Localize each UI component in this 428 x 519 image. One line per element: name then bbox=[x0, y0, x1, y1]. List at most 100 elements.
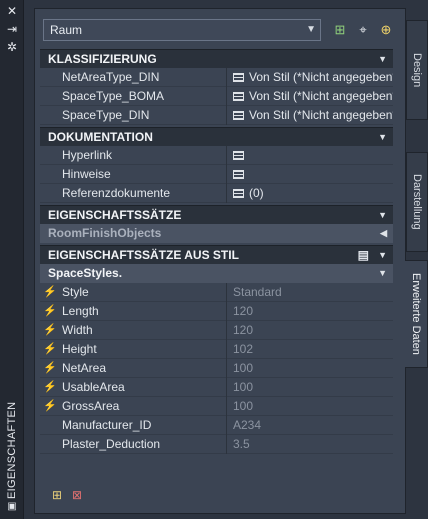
property-value: 100 bbox=[226, 378, 393, 397]
property-name: Length bbox=[62, 304, 99, 318]
property-value: 100 bbox=[226, 397, 393, 416]
edit-icon bbox=[233, 189, 244, 198]
property-name: Width bbox=[62, 323, 93, 337]
section-dokumentation[interactable]: DOKUMENTATION ▼ bbox=[40, 127, 393, 146]
section-title: EIGENSCHAFTSSÄTZE bbox=[48, 208, 182, 222]
property-value: 102 bbox=[226, 340, 393, 359]
property-row[interactable]: ⚡ NetArea 100 bbox=[40, 359, 393, 378]
property-value: 3.5 bbox=[226, 435, 393, 454]
collapse-icon[interactable]: ▼ bbox=[378, 246, 387, 265]
collapse-icon[interactable]: ▼ bbox=[378, 128, 387, 147]
pickadd-icon[interactable]: ⊕ bbox=[377, 21, 395, 39]
automatic-property-icon: ⚡ bbox=[43, 381, 57, 393]
property-name: SpaceType_DIN bbox=[62, 108, 150, 122]
palette-menu-icon[interactable]: ▣ bbox=[4, 500, 20, 514]
close-icon[interactable]: ✕ bbox=[4, 4, 20, 18]
automatic-property-icon: ⚡ bbox=[43, 400, 57, 412]
property-row[interactable]: ⚡ Height 102 bbox=[40, 340, 393, 359]
property-name: Plaster_Deduction bbox=[62, 437, 161, 451]
property-set-name: RoomFinishObjects bbox=[48, 226, 162, 240]
section-title: EIGENSCHAFTSSÄTZE AUS STIL bbox=[48, 248, 239, 262]
property-row[interactable]: ⚡ UsableArea 100 bbox=[40, 378, 393, 397]
property-row[interactable]: ⚡ GrossArea 100 bbox=[40, 397, 393, 416]
property-name: SpaceType_BOMA bbox=[62, 89, 165, 103]
property-row[interactable]: ⚡ Width 120 bbox=[40, 321, 393, 340]
property-name: Hinweise bbox=[62, 167, 111, 181]
property-value: Standard bbox=[226, 283, 393, 302]
section-eigenschaftssaetze[interactable]: EIGENSCHAFTSSÄTZE ▼ bbox=[40, 205, 393, 224]
quick-select-icon[interactable]: ⊞ bbox=[331, 21, 349, 39]
palette-title: EIGENSCHAFTEN bbox=[6, 401, 18, 499]
edit-icon bbox=[233, 151, 244, 160]
property-name: Manufacturer_ID bbox=[62, 418, 152, 432]
property-set-name: SpaceStyles. bbox=[48, 266, 123, 280]
property-value-text: Von Stil (*Nicht angegeben*) bbox=[249, 108, 393, 122]
property-row[interactable]: Referenzdokumente (0) bbox=[40, 184, 393, 203]
automatic-property-icon: ⚡ bbox=[43, 343, 57, 355]
tab-darstellung[interactable]: Darstellung bbox=[406, 152, 428, 252]
add-property-sets-icon[interactable]: ⊞ bbox=[49, 487, 65, 503]
property-value[interactable] bbox=[226, 165, 393, 184]
property-row[interactable]: Hinweise bbox=[40, 165, 393, 184]
property-row[interactable]: Manufacturer_ID A234 bbox=[40, 416, 393, 435]
automatic-property-icon: ⚡ bbox=[43, 286, 57, 298]
edit-icon bbox=[233, 92, 244, 101]
object-type-select[interactable]: Raum ▼ bbox=[43, 19, 321, 41]
tab-design[interactable]: Design bbox=[406, 20, 428, 120]
settings-icon[interactable]: ✲ bbox=[4, 40, 20, 54]
property-grid: KLASSIFIZIERUNG ▼ NetAreaType_DIN Von St… bbox=[40, 47, 393, 454]
property-value[interactable]: Von Stil (*Nicht angegeben*) bbox=[226, 106, 393, 125]
property-value: A234 bbox=[226, 416, 393, 435]
property-value-text: (0) bbox=[249, 186, 264, 200]
property-value-text: Von Stil (*Nicht angegeben*) bbox=[249, 70, 393, 84]
section-title: DOKUMENTATION bbox=[48, 130, 153, 144]
property-value[interactable] bbox=[226, 146, 393, 165]
palette-titlebar[interactable]: ✕ ⇥ ✲ EIGENSCHAFTEN ▣ bbox=[0, 0, 24, 519]
section-eigenschaftssaetze-aus-stil[interactable]: EIGENSCHAFTSSÄTZE AUS STIL ▤ ▼ bbox=[40, 245, 393, 264]
collapse-icon[interactable]: ▼ bbox=[378, 206, 387, 225]
property-name: GrossArea bbox=[62, 399, 120, 413]
property-row[interactable]: NetAreaType_DIN Von Stil (*Nicht angegeb… bbox=[40, 68, 393, 87]
expand-icon[interactable]: ◀ bbox=[380, 224, 387, 243]
edit-icon bbox=[233, 170, 244, 179]
select-objects-icon[interactable]: ⌖ bbox=[354, 21, 372, 39]
property-value[interactable]: Von Stil (*Nicht angegeben*) bbox=[226, 87, 393, 106]
property-value: 120 bbox=[226, 302, 393, 321]
remove-property-sets-icon[interactable]: ⊠ bbox=[69, 487, 85, 503]
property-set-roomfinishobjects[interactable]: RoomFinishObjects ◀ bbox=[40, 224, 393, 243]
section-klassifizierung[interactable]: KLASSIFIZIERUNG ▼ bbox=[40, 49, 393, 68]
tab-erweiterte-daten[interactable]: Erweiterte Daten bbox=[405, 260, 428, 368]
property-value: 100 bbox=[226, 359, 393, 378]
property-name: Referenzdokumente bbox=[62, 186, 171, 200]
section-title: KLASSIFIZIERUNG bbox=[48, 52, 157, 66]
automatic-property-icon: ⚡ bbox=[43, 362, 57, 374]
object-type-value: Raum bbox=[50, 23, 83, 37]
property-row[interactable]: Plaster_Deduction 3.5 bbox=[40, 435, 393, 454]
property-row[interactable]: SpaceType_DIN Von Stil (*Nicht angegeben… bbox=[40, 106, 393, 125]
collapse-icon[interactable]: ▼ bbox=[378, 264, 387, 283]
automatic-property-icon: ⚡ bbox=[43, 305, 57, 317]
property-row[interactable]: SpaceType_BOMA Von Stil (*Nicht angegebe… bbox=[40, 87, 393, 106]
property-name: NetArea bbox=[62, 361, 107, 375]
property-name: Height bbox=[62, 342, 97, 356]
property-row[interactable]: ⚡ Style Standard bbox=[40, 283, 393, 302]
autohide-icon[interactable]: ⇥ bbox=[4, 22, 20, 36]
properties-panel: Raum ▼ ⊞ ⌖ ⊕ KLASSIFIZIERUNG ▼ NetAreaTy… bbox=[34, 8, 406, 514]
edit-icon bbox=[233, 73, 244, 82]
property-row[interactable]: Hyperlink bbox=[40, 146, 393, 165]
property-sets-icon[interactable]: ▤ bbox=[358, 246, 369, 265]
edit-icon bbox=[233, 111, 244, 120]
automatic-property-icon: ⚡ bbox=[43, 324, 57, 336]
property-row[interactable]: ⚡ Length 120 bbox=[40, 302, 393, 321]
collapse-icon[interactable]: ▼ bbox=[378, 50, 387, 69]
toolbar: Raum ▼ ⊞ ⌖ ⊕ bbox=[43, 19, 399, 41]
property-set-spacestyles[interactable]: SpaceStyles. ▼ bbox=[40, 264, 393, 283]
chevron-down-icon: ▼ bbox=[306, 24, 316, 35]
property-value[interactable]: (0) bbox=[226, 184, 393, 203]
property-value: 120 bbox=[226, 321, 393, 340]
property-name: NetAreaType_DIN bbox=[62, 70, 160, 84]
property-value[interactable]: Von Stil (*Nicht angegeben*) bbox=[226, 68, 393, 87]
property-value-text: Von Stil (*Nicht angegeben*) bbox=[249, 89, 393, 103]
property-name: Hyperlink bbox=[62, 148, 113, 162]
property-name: UsableArea bbox=[62, 380, 125, 394]
